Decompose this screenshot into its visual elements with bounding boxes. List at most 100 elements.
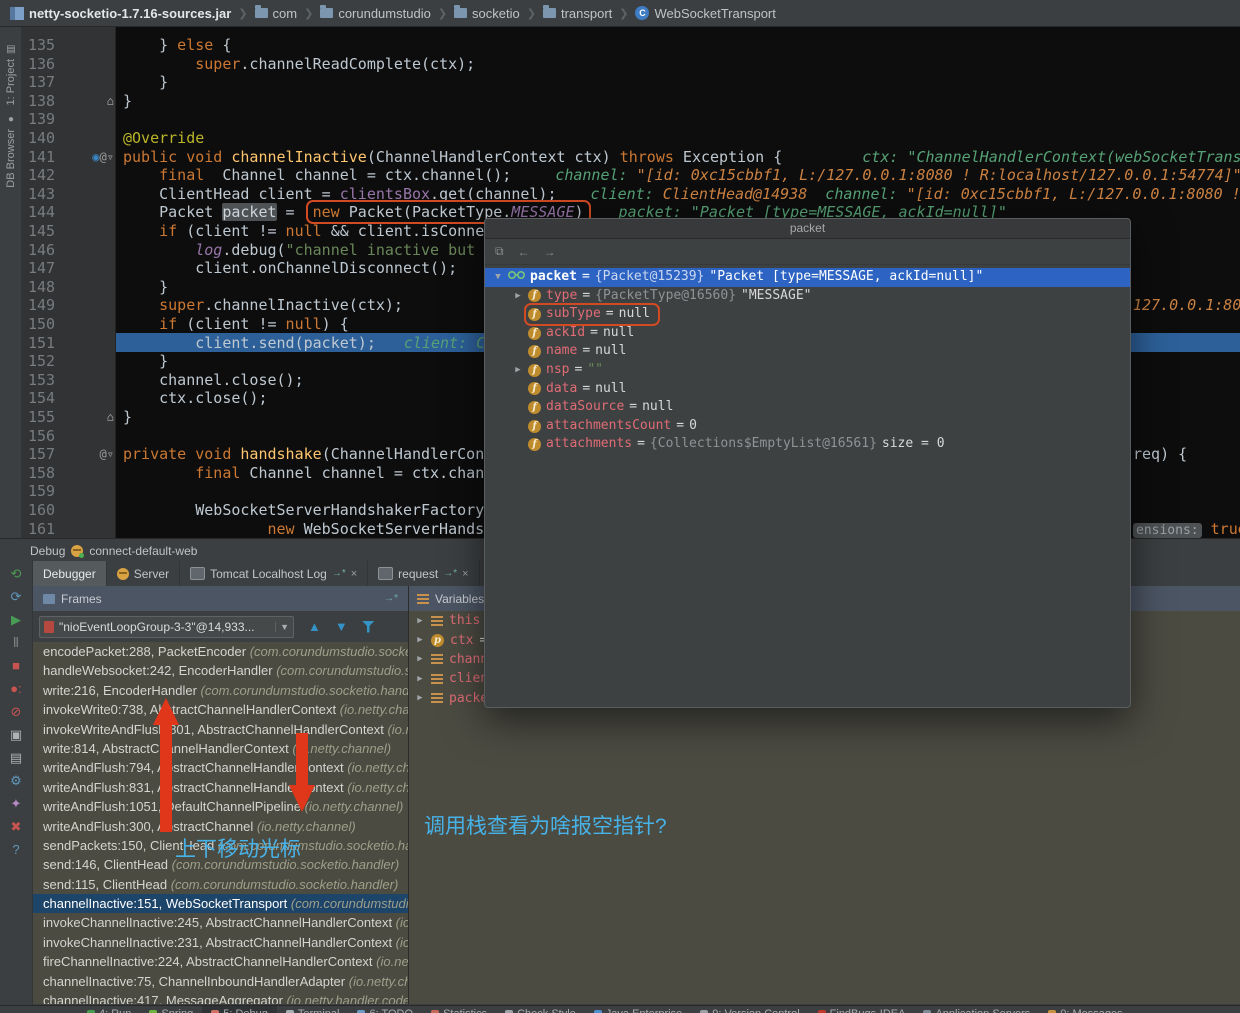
close-icon[interactable]: ✖ [7, 819, 25, 835]
tab-tomcat-localhost-log[interactable]: Tomcat Localhost Log →* × [180, 561, 369, 586]
stack-frame-row[interactable]: invokeWrite0:738, AbstractChannelHandler… [33, 700, 408, 719]
toolwindow-button-4-run[interactable]: 4: Run [78, 1006, 140, 1013]
toolwindow-button-terminal[interactable]: Terminal [277, 1006, 349, 1013]
rerun-icon[interactable]: ⟲ [7, 566, 25, 582]
fold-marker-icon[interactable]: ⌂ [107, 410, 114, 424]
chevron-right-icon: ❯ [526, 7, 536, 20]
settings-icon[interactable]: ⚙ [7, 773, 25, 789]
view-breakpoints-icon[interactable]: ●: [7, 681, 25, 697]
toolwindow-button-0-messages[interactable]: 0: Messages [1039, 1006, 1131, 1013]
resume-icon[interactable]: ▶ [7, 612, 25, 628]
stack-frame-row[interactable]: channelInactive:75, ChannelInboundHandle… [33, 972, 408, 991]
toolwindow-button-6-todo[interactable]: 6: TODO [348, 1006, 422, 1013]
chevron-down-icon[interactable]: ▼ [275, 621, 289, 632]
expand-arrow-icon[interactable]: ▶ [415, 693, 425, 703]
stripe-button-1-project[interactable]: ▤ 1: Project [0, 45, 22, 106]
popup-tree-row[interactable]: ▼ packet = {Packet@15239} "Packet [type=MESS… [485, 268, 1130, 287]
expand-arrow-icon[interactable]: ▶ [415, 616, 425, 626]
toolwindow-button-spring[interactable]: Spring [140, 1006, 202, 1013]
tab-request[interactable]: request →* × [368, 561, 480, 586]
pin-icon[interactable]: ✦ [7, 796, 25, 812]
pause-icon[interactable]: Ⅱ [7, 635, 25, 651]
expand-arrow-icon[interactable]: ▼ [493, 268, 503, 287]
stack-frame-row[interactable]: channelInactive:151, WebSocketTransport … [33, 894, 408, 914]
thread-dropdown[interactable]: "nioEventLoopGroup-3-3"@14,933... ▼ [39, 615, 294, 638]
popup-tree-row[interactable]: f name = null [485, 342, 1130, 361]
toolwindow-button-statistics[interactable]: Statistics [422, 1006, 496, 1013]
code-token: Packet [159, 203, 223, 222]
toolwindow-button-9-version-control[interactable]: 9: Version Control [691, 1006, 808, 1013]
stack-frame-row[interactable]: writeAndFlush:831, AbstractChannelHandle… [33, 778, 408, 797]
stack-frame-row[interactable]: write:814, AbstractChannelHandlerContext… [33, 739, 408, 758]
popup-tree-row[interactable]: f attachmentsCount = 0 [485, 417, 1130, 436]
stack-frame-row[interactable]: send:115, ClientHead (com.corundumstudio… [33, 875, 408, 894]
copy-stack-icon[interactable]: ⧉ [495, 244, 504, 259]
popup-tree-row[interactable]: f data = null [485, 380, 1130, 399]
popup-tree-row[interactable]: f dataSource = null [485, 398, 1130, 417]
rerun-server-icon[interactable]: ⟳ [7, 589, 25, 605]
stack-frame-row[interactable]: handleWebsocket:242, EncoderHandler (com… [33, 661, 408, 680]
line-number: 150 [28, 315, 56, 333]
line-number: 159 [28, 482, 56, 501]
fold-marker-icon[interactable]: ⌂ [107, 94, 114, 108]
frame-down-button[interactable]: ▼ [335, 619, 348, 634]
close-tab-icon[interactable]: × [462, 568, 468, 580]
pin-tab-icon[interactable]: →* [443, 568, 457, 579]
variable-name: attachments [546, 436, 633, 452]
tab-debugger[interactable]: Debugger [33, 561, 107, 586]
stripe-button-db-browser[interactable]: ● DB Browser [0, 115, 22, 188]
breadcrumb-item[interactable]: com [254, 5, 297, 21]
stop-icon[interactable]: ■ [7, 658, 25, 674]
restore-layout-icon[interactable]: ▤ [7, 750, 25, 766]
gutter-icons[interactable]: ◉@▿ [80, 148, 114, 167]
expand-arrow-icon[interactable]: ▶ [513, 361, 523, 380]
stack-frame-row[interactable]: fireChannelInactive:224, AbstractChannel… [33, 952, 408, 971]
popup-tree-row[interactable]: f ackId = null [485, 324, 1130, 343]
stack-frame-row[interactable]: invokeChannelInactive:245, AbstractChann… [33, 913, 408, 932]
toolwindow-button-5-debug[interactable]: 5: Debug [202, 1006, 277, 1013]
stack-frame-row[interactable]: invokeChannelInactive:231, AbstractChann… [33, 933, 408, 952]
stack-frame-row[interactable]: writeAndFlush:1051, DefaultChannelPipeli… [33, 797, 408, 816]
breadcrumb-item[interactable]: netty-socketio-1.7.16-sources.jar [10, 6, 231, 21]
help-icon[interactable]: ? [7, 842, 25, 858]
breadcrumb-item[interactable]: corundumstudio [320, 5, 431, 21]
tab-server[interactable]: Server [107, 561, 181, 586]
breadcrumb-item[interactable]: transport [542, 5, 612, 21]
popup-tree-row[interactable]: ▶ f nsp = "" [485, 361, 1130, 380]
stack-frame-row[interactable]: channelInactive:417, MessageAggregator (… [33, 991, 408, 1004]
toolwindow-button-check-style[interactable]: Check Style [496, 1006, 585, 1013]
toolwindow-button-java-enterprise[interactable]: Java Enterprise [585, 1006, 691, 1013]
expand-arrow-icon[interactable]: ▶ [415, 654, 425, 664]
popup-tree-row[interactable]: f attachments = {Collections$EmptyList@1656… [485, 435, 1130, 454]
frame-up-button[interactable]: ▲ [308, 619, 321, 634]
breadcrumb-item[interactable]: socketio [454, 5, 520, 21]
overrides-method-icon[interactable]: ◉ [92, 150, 99, 164]
equals-sign: = [676, 417, 685, 433]
stack-frame-row[interactable]: writeAndFlush:794, AbstractChannelHandle… [33, 758, 408, 777]
mute-breakpoints-icon[interactable]: ⊘ [7, 704, 25, 720]
frames-pin-icon[interactable]: →* [384, 593, 398, 604]
forward-icon[interactable]: → [544, 245, 556, 259]
gutter-icons[interactable]: ⌂ [80, 408, 114, 427]
back-icon[interactable]: ← [518, 245, 530, 259]
close-tab-icon[interactable]: × [351, 568, 357, 580]
thread-dump-icon[interactable]: ▣ [7, 727, 25, 743]
frame-location: send:115, ClientHead [43, 876, 171, 892]
expand-arrow-icon[interactable]: ▶ [415, 635, 425, 645]
pin-tab-icon[interactable]: →* [332, 568, 346, 579]
stack-frame-row[interactable]: encodePacket:288, PacketEncoder (com.cor… [33, 642, 408, 661]
stack-frame-row[interactable]: write:216, EncoderHandler (com.corundums… [33, 681, 408, 700]
stack-frame-row[interactable]: invokeWriteAndFlush:801, AbstractChannel… [33, 720, 408, 739]
code-token: = [276, 203, 304, 222]
gutter-icons[interactable]: ⌂ [80, 92, 114, 111]
breadcrumb-item[interactable]: C WebSocketTransport [635, 6, 776, 21]
toolwindow-button-application-servers[interactable]: Application Servers [914, 1006, 1039, 1013]
fold-marker-icon[interactable]: ▿ [107, 150, 114, 164]
expand-arrow-icon[interactable]: ▶ [415, 674, 425, 684]
fold-marker-icon[interactable]: ▿ [107, 447, 114, 461]
expand-arrow-icon[interactable]: ▶ [513, 287, 523, 306]
filter-frames-icon[interactable] [361, 620, 375, 633]
toolwindow-button-findbugs-idea[interactable]: FindBugs-IDEA [809, 1006, 915, 1013]
popup-tree-row[interactable]: f subType = null [485, 303, 1130, 326]
gutter-icons[interactable]: @▿ [80, 445, 114, 464]
